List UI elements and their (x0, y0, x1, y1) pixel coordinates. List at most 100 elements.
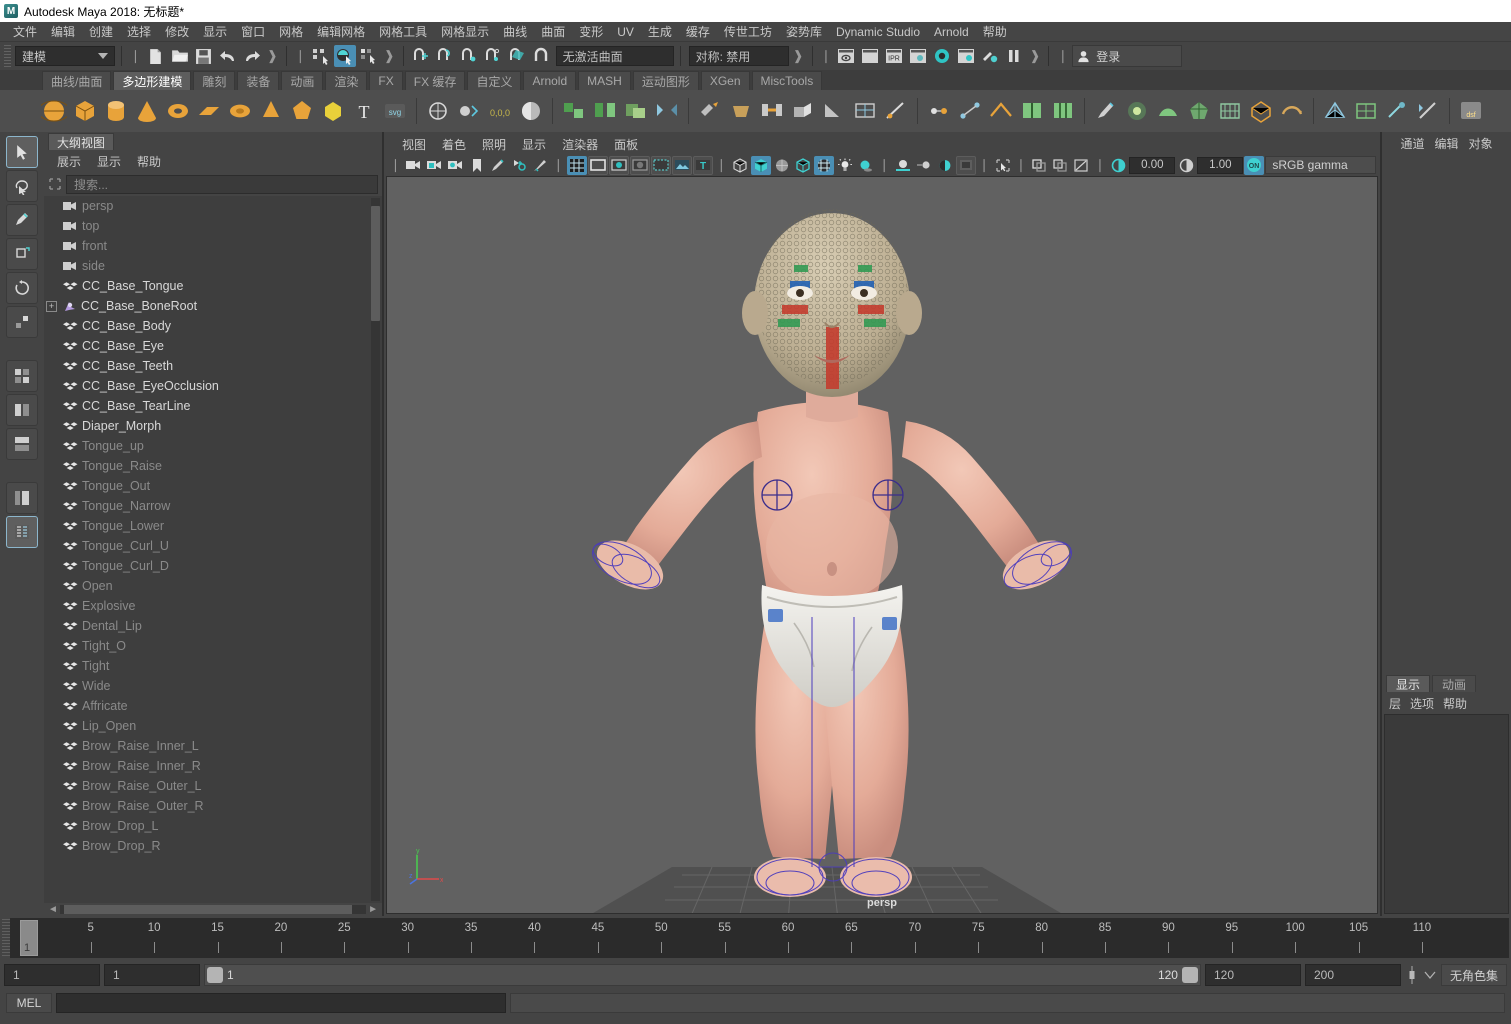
color-management-toggle-icon[interactable]: ON (1244, 155, 1265, 175)
booleans-icon[interactable] (622, 97, 650, 125)
menu-item-2[interactable]: 创建 (82, 22, 120, 41)
lock-camera-icon[interactable] (425, 156, 445, 175)
layout-persp-outliner-icon[interactable] (6, 482, 38, 514)
scale-tool-icon[interactable] (6, 306, 38, 338)
separate-icon[interactable] (591, 97, 619, 125)
poly-platonic-icon[interactable] (288, 97, 316, 125)
shelf-tab-12[interactable]: XGen (700, 71, 750, 90)
lasso-select-icon[interactable] (6, 170, 38, 202)
status-line-toolbar[interactable]: 建模 ❘ ❱ ❘ ❱ 无激活曲面 对称: 禁用 ❱ ❘ IPR ❱ ❘ 登录 (0, 42, 1511, 70)
outliner-item-23[interactable]: Tight (44, 656, 382, 676)
shelf-tab-1[interactable]: 多边形建模 (113, 71, 192, 90)
expand-arrow-icon[interactable]: ❱ (382, 48, 397, 64)
time-slider[interactable]: 1 5 10 15 20 25 30 35 40 45 50 55 60 65 70 75 80 85 90 95 1… (0, 916, 1511, 960)
collapse-arrow-icon[interactable]: ❘ (819, 48, 834, 64)
outliner-hscrollbar[interactable]: ◄ ► (44, 903, 382, 916)
character-set-selector[interactable]: 无角色集 (1440, 964, 1507, 986)
xray-active-component-icon[interactable] (1071, 156, 1091, 175)
combine-icon[interactable] (560, 97, 588, 125)
grid-toggle-icon[interactable] (566, 155, 587, 175)
menu-item-20[interactable]: Arnold (927, 24, 976, 40)
poly-type-icon[interactable] (319, 97, 347, 125)
outliner-item-31[interactable]: Brow_Drop_L (44, 816, 382, 836)
pause-icon[interactable] (1003, 45, 1025, 67)
use-lights-icon[interactable] (835, 156, 855, 175)
select-by-component-icon[interactable] (358, 45, 380, 67)
offset-edge-loop-icon[interactable] (1049, 97, 1077, 125)
menu-item-0[interactable]: 文件 (6, 22, 44, 41)
outliner-item-13[interactable]: Tongue_Raise (44, 456, 382, 476)
layout-single-icon[interactable] (6, 360, 38, 392)
smooth-icon[interactable] (517, 97, 545, 125)
paint-select-icon[interactable] (6, 204, 38, 236)
film-gate-icon[interactable] (587, 155, 608, 175)
gamma-icon[interactable] (1176, 156, 1196, 175)
render-view-icon[interactable] (955, 45, 977, 67)
shelf-tab-6[interactable]: FX (369, 71, 403, 90)
redo-icon[interactable] (241, 45, 263, 67)
shelf-tab-7[interactable]: FX 缓存 (404, 71, 466, 90)
render-sequence-icon[interactable] (859, 45, 881, 67)
render-settings-icon[interactable] (907, 45, 929, 67)
gate-mask-icon[interactable] (629, 155, 650, 175)
reduce-icon[interactable] (1185, 97, 1213, 125)
snap-to-projected-center-icon[interactable] (482, 45, 504, 67)
extract-icon[interactable] (696, 97, 724, 125)
outliner-item-17[interactable]: Tongue_Curl_U (44, 536, 382, 556)
viewport-menu-bar[interactable]: 视图 着色 照明 显示 渲染器 面板 (386, 134, 1378, 154)
animation-end-field[interactable]: 200 (1304, 964, 1401, 986)
collapse-arrow-icon[interactable]: ❘ (1092, 157, 1107, 173)
render-setup-icon[interactable] (979, 45, 1001, 67)
multisample-icon[interactable] (935, 156, 955, 175)
viewport-menu-0[interactable]: 视图 (394, 135, 434, 154)
undo-icon[interactable] (217, 45, 239, 67)
menu-item-17[interactable]: 传世工坊 (717, 22, 779, 41)
select-by-hierarchy-icon[interactable] (310, 45, 332, 67)
poly-text-icon[interactable]: T (350, 97, 378, 125)
poly-cylinder-icon[interactable] (102, 97, 130, 125)
timeline-track[interactable]: 1 5 10 15 20 25 30 35 40 45 50 55 60 65 70 75 80 85 90 95 1… (10, 918, 1509, 958)
expand-arrow-icon[interactable]: ❱ (791, 48, 806, 64)
viewport-toolbar[interactable]: ❘ ❘ T ❘ ❘ ❘ ❘ ❘ 0.00 1.00 ON sRGB gamma (386, 154, 1378, 176)
flat-shade-icon[interactable] (793, 156, 813, 175)
gamma-value[interactable]: 1.00 (1197, 156, 1244, 174)
remesh-icon[interactable] (1216, 97, 1244, 125)
bevel-icon[interactable] (727, 97, 755, 125)
collapse-arrow-icon[interactable]: ❘ (293, 48, 308, 64)
soft-select-icon[interactable] (1123, 97, 1151, 125)
outliner-menu-1[interactable]: 显示 (90, 152, 128, 171)
resolution-gate-icon[interactable] (608, 155, 629, 175)
isolate-select-icon[interactable] (993, 156, 1013, 175)
bookmark-icon[interactable] (467, 156, 487, 175)
expand-arrow-icon[interactable]: ❘ (714, 157, 729, 173)
menu-item-11[interactable]: 曲线 (496, 22, 534, 41)
playback-start-field[interactable]: 1 (104, 964, 200, 986)
move-tool-icon[interactable] (6, 238, 38, 270)
shelf-tab-9[interactable]: Arnold (523, 71, 577, 90)
select-by-object-icon[interactable] (333, 45, 356, 67)
outliner-item-5[interactable]: + CC_Base_BoneRoot (44, 296, 382, 316)
poly-plane-icon[interactable] (195, 97, 223, 125)
ipr-render-icon[interactable]: IPR (883, 45, 905, 67)
range-slider-bar[interactable]: 1 120 (204, 964, 1201, 986)
layout-four-pane-icon[interactable] (6, 428, 38, 460)
layer-editor-menu-bar[interactable]: 层选项 帮助 (1382, 692, 1511, 714)
expand-arrow-icon[interactable]: ❘ (977, 157, 992, 173)
shelf-tab-13[interactable]: MiscTools (751, 71, 823, 90)
menu-item-15[interactable]: 生成 (641, 22, 679, 41)
viewport-menu-1[interactable]: 着色 (434, 135, 474, 154)
outliner-item-29[interactable]: Brow_Raise_Outer_L (44, 776, 382, 796)
current-time-indicator[interactable]: 1 (20, 920, 38, 956)
outliner-scrollbar-thumb[interactable] (371, 206, 380, 321)
outliner-item-2[interactable]: front (44, 236, 382, 256)
character-model[interactable] (562, 177, 1202, 914)
perspective-viewport[interactable]: y x z persp (386, 176, 1378, 914)
outliner-menu-2[interactable]: 帮助 (130, 152, 168, 171)
expand-arrow-icon[interactable]: ❘ (1014, 157, 1029, 173)
outliner-item-22[interactable]: Tight_O (44, 636, 382, 656)
outliner-menu-0[interactable]: 展示 (50, 152, 88, 171)
xray-joints-icon[interactable] (1050, 156, 1070, 175)
poly-cone-icon[interactable] (133, 97, 161, 125)
range-handle-left[interactable] (207, 967, 223, 983)
film-origin-icon[interactable] (650, 155, 671, 175)
